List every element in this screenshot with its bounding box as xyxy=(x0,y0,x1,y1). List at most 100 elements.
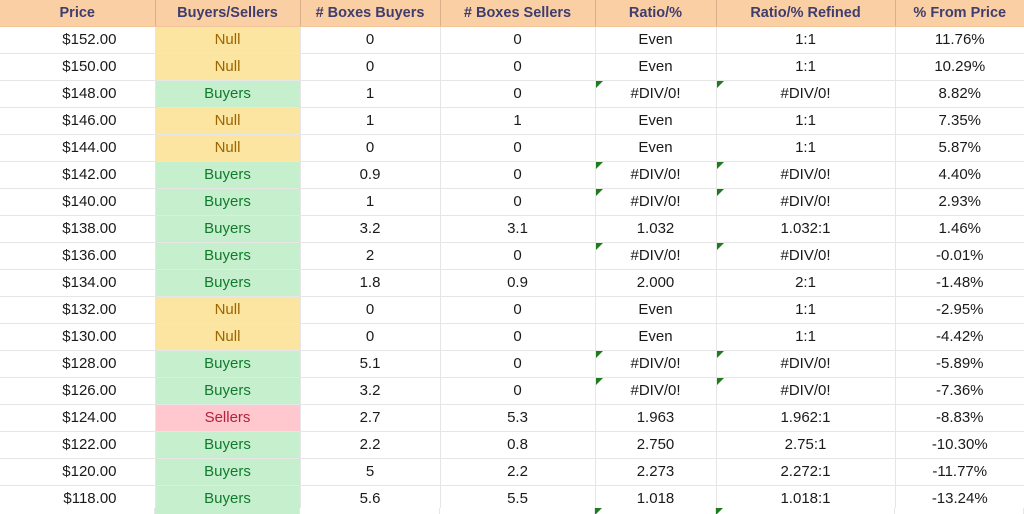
cell-price[interactable]: $126.00 xyxy=(0,377,156,405)
cell-boxes-sellers[interactable]: 0 xyxy=(440,377,596,405)
column-header-ratio-refined[interactable]: Ratio/% Refined xyxy=(716,0,896,27)
cell-ratio-refined[interactable]: 1:1 xyxy=(716,134,896,162)
cell-boxes-buyers[interactable]: 0.9 xyxy=(300,161,441,189)
cell-ratio-refined[interactable]: 1:1 xyxy=(716,296,896,324)
cell-pct-from-price[interactable]: -1.48% xyxy=(895,269,1024,297)
cell-ratio[interactable]: Even xyxy=(595,107,717,135)
cell-ratio-refined[interactable]: #DIV/0! xyxy=(716,242,896,270)
cell-pct-from-price[interactable]: 1.46% xyxy=(895,215,1024,243)
cell-ratio-refined[interactable]: #DIV/0! xyxy=(716,377,896,405)
cell-boxes-sellers[interactable]: 5.3 xyxy=(440,404,596,432)
cell-boxes-sellers[interactable]: 0 xyxy=(440,188,596,216)
cell-buyers-sellers[interactable]: Buyers xyxy=(155,188,301,216)
cell-ratio-refined[interactable]: #DIV/0! xyxy=(716,161,896,189)
cell-price[interactable]: $148.00 xyxy=(0,80,156,108)
cell-buyers-sellers[interactable]: Buyers xyxy=(155,242,301,270)
cell-pct-from-price[interactable]: -11.77% xyxy=(895,458,1024,486)
cell-pct-from-price[interactable]: -4.42% xyxy=(895,323,1024,351)
cell-ratio[interactable]: 2.273 xyxy=(595,458,717,486)
cell-pct-from-price[interactable]: -2.95% xyxy=(895,296,1024,324)
cell-boxes-sellers[interactable]: 0 xyxy=(440,26,596,54)
cell-pct-from-price[interactable]: 11.76% xyxy=(895,26,1024,54)
cell-boxes-buyers[interactable]: 1 xyxy=(300,80,441,108)
cell-buyers-sellers[interactable]: Buyers xyxy=(155,269,301,297)
column-header-boxes-buyers[interactable]: # Boxes Buyers xyxy=(300,0,441,27)
cell-buyers-sellers[interactable]: Null xyxy=(155,53,301,81)
cell-boxes-buyers[interactable]: 2 xyxy=(300,242,441,270)
cell-buyers-sellers[interactable]: Buyers xyxy=(155,350,301,378)
cell-pct-from-price[interactable]: 4.40% xyxy=(895,161,1024,189)
cell-ratio-refined[interactable]: #DIV/0! xyxy=(716,188,896,216)
cell-pct-from-price[interactable]: 5.87% xyxy=(895,134,1024,162)
cell-buyers-sellers[interactable]: Null xyxy=(155,107,301,135)
cell-boxes-buyers[interactable]: 3.2 xyxy=(300,215,441,243)
cell-boxes-buyers[interactable]: 5 xyxy=(300,458,441,486)
cell-buyers-sellers[interactable]: Sellers xyxy=(155,404,301,432)
cell-ratio-refined[interactable]: 2.272:1 xyxy=(716,458,896,486)
cell-pct-from-price[interactable]: 10.29% xyxy=(895,53,1024,81)
cell-boxes-sellers[interactable]: 0 xyxy=(440,242,596,270)
cell-buyers-sellers[interactable]: Null xyxy=(155,296,301,324)
cell-ratio[interactable]: Even xyxy=(595,296,717,324)
cell-ratio-refined[interactable]: 1:1 xyxy=(716,53,896,81)
cell-boxes-buyers[interactable]: 5.1 xyxy=(300,350,441,378)
cell-buyers-sellers[interactable]: Buyers xyxy=(155,80,301,108)
cell-boxes-sellers[interactable]: 0 xyxy=(440,350,596,378)
cell-buyers-sellers[interactable]: Null xyxy=(155,134,301,162)
cell-ratio-refined[interactable]: 1:1 xyxy=(716,107,896,135)
cell-buyers-sellers[interactable]: Buyers xyxy=(155,431,301,459)
cell-boxes-buyers[interactable]: 2.2 xyxy=(300,431,441,459)
column-header-price[interactable]: Price xyxy=(0,0,156,27)
cell-ratio[interactable]: #DIV/0! xyxy=(595,242,717,270)
column-header-buyers-sellers[interactable]: Buyers/Sellers xyxy=(155,0,301,27)
cell-ratio-refined[interactable]: 2:1 xyxy=(716,269,896,297)
cell-price[interactable]: $132.00 xyxy=(0,296,156,324)
cell-boxes-sellers[interactable]: 0 xyxy=(440,53,596,81)
cell-price[interactable]: $122.00 xyxy=(0,431,156,459)
cell-ratio[interactable]: #DIV/0! xyxy=(595,350,717,378)
cell-price[interactable]: $146.00 xyxy=(0,107,156,135)
cell-ratio[interactable]: #DIV/0! xyxy=(595,80,717,108)
cell-price[interactable]: $142.00 xyxy=(0,161,156,189)
cell-boxes-buyers[interactable]: 0 xyxy=(300,296,441,324)
cell-boxes-buyers[interactable]: 0 xyxy=(300,134,441,162)
cell-ratio[interactable]: #DIV/0! xyxy=(595,377,717,405)
cell-boxes-buyers[interactable]: 1.8 xyxy=(300,269,441,297)
cell-buyers-sellers[interactable]: Buyers xyxy=(155,215,301,243)
cell-ratio[interactable]: #DIV/0! xyxy=(595,188,717,216)
cell-pct-from-price[interactable]: 8.82% xyxy=(895,80,1024,108)
cell-ratio-refined[interactable]: #DIV/0! xyxy=(716,80,896,108)
cell-price[interactable]: $128.00 xyxy=(0,350,156,378)
cell-boxes-sellers[interactable]: 0 xyxy=(440,323,596,351)
cell-price[interactable]: $124.00 xyxy=(0,404,156,432)
cell-buyers-sellers[interactable]: Buyers xyxy=(155,458,301,486)
cell-ratio-refined[interactable]: 2.75:1 xyxy=(716,431,896,459)
column-header-pct-from-price[interactable]: % From Price xyxy=(895,0,1024,27)
cell-price[interactable]: $138.00 xyxy=(0,215,156,243)
cell-pct-from-price[interactable]: -0.01% xyxy=(895,242,1024,270)
cell-ratio[interactable]: Even xyxy=(595,26,717,54)
cell-ratio-refined[interactable]: 1:1 xyxy=(716,323,896,351)
cell-boxes-buyers[interactable]: 1 xyxy=(300,188,441,216)
cell-boxes-sellers[interactable]: 0 xyxy=(440,296,596,324)
cell-buyers-sellers[interactable]: Buyers xyxy=(155,377,301,405)
column-header-boxes-sellers[interactable]: # Boxes Sellers xyxy=(440,0,596,27)
cell-boxes-sellers[interactable]: 0 xyxy=(440,80,596,108)
cell-pct-from-price[interactable]: -5.89% xyxy=(895,350,1024,378)
cell-price[interactable]: $144.00 xyxy=(0,134,156,162)
cell-pct-from-price[interactable]: -10.30% xyxy=(895,431,1024,459)
cell-boxes-sellers[interactable]: 3.1 xyxy=(440,215,596,243)
cell-boxes-buyers[interactable]: 2.7 xyxy=(300,404,441,432)
cell-ratio-refined[interactable]: 1.962:1 xyxy=(716,404,896,432)
cell-ratio-refined[interactable]: #DIV/0! xyxy=(716,350,896,378)
cell-price[interactable]: $130.00 xyxy=(0,323,156,351)
cell-ratio[interactable]: #DIV/0! xyxy=(595,161,717,189)
cell-pct-from-price[interactable]: 2.93% xyxy=(895,188,1024,216)
cell-boxes-buyers[interactable]: 0 xyxy=(300,323,441,351)
cell-ratio[interactable]: 2.750 xyxy=(595,431,717,459)
cell-boxes-buyers[interactable]: 1 xyxy=(300,107,441,135)
cell-ratio[interactable]: Even xyxy=(595,323,717,351)
cell-pct-from-price[interactable]: -7.36% xyxy=(895,377,1024,405)
cell-buyers-sellers[interactable]: Null xyxy=(155,323,301,351)
cell-price[interactable]: $120.00 xyxy=(0,458,156,486)
